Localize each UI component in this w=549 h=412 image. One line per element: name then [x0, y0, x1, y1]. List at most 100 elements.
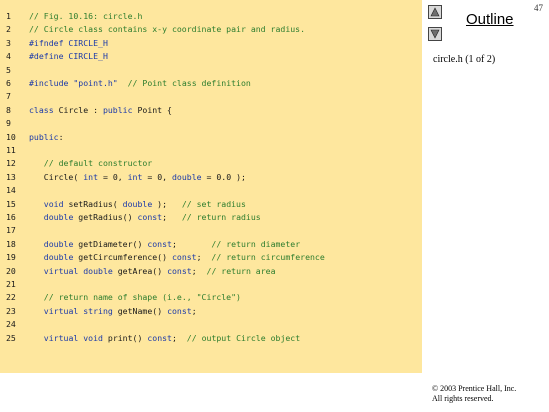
line-number: 25 — [6, 332, 16, 343]
code-token: : — [58, 131, 64, 142]
code-token: getDiameter() — [73, 238, 148, 249]
code-line: 20 virtual double getArea() const; // re… — [0, 265, 422, 278]
code-line: 13 Circle( int = 0, int = 0, double = 0.… — [0, 171, 422, 184]
code-token: Circle( — [29, 171, 84, 182]
code-text: #include "point.h" // Point class defini… — [29, 77, 251, 90]
code-text: virtual string getName() const; — [29, 305, 197, 318]
code-text: #define CIRCLE_H — [29, 50, 108, 63]
code-text: public: — [29, 131, 64, 144]
code-line: 10 public: — [0, 131, 422, 144]
code-token: ; — [191, 265, 207, 276]
code-token: // Point class definition — [127, 78, 251, 88]
code-text: Circle( int = 0, int = 0, double = 0.0 )… — [29, 171, 246, 184]
code-line: 15 void setRadius( double ); // set radi… — [0, 198, 422, 211]
code-line: 19 double getCircumference() const; // r… — [0, 251, 422, 264]
code-token: ); — [152, 198, 182, 209]
code-text: #ifndef CIRCLE_H — [29, 37, 108, 50]
code-token: getArea() — [112, 265, 168, 276]
code-line: 22 // return name of shape (i.e., "Circl… — [0, 291, 422, 304]
code-token: public — [29, 131, 59, 142]
code-token: getRadius() — [73, 212, 138, 222]
code-line: 7 — [0, 90, 422, 103]
outline-link[interactable]: Outline — [466, 11, 514, 28]
code-token: Point { — [132, 104, 172, 115]
code-line: 17 — [0, 224, 422, 237]
line-number: 8 — [6, 104, 11, 115]
line-number: 9 — [6, 118, 11, 129]
code-token: const — [147, 238, 172, 249]
code-token: const — [147, 332, 172, 343]
code-token: double — [171, 171, 202, 182]
copyright-line-2: All rights reserved. — [432, 394, 494, 403]
line-number: 23 — [6, 305, 16, 316]
line-number: 22 — [6, 292, 16, 303]
code-token: // output Circle object — [186, 332, 301, 343]
code-line: 5 — [0, 64, 422, 77]
code-text: void setRadius( double ); // set radius — [29, 198, 246, 211]
code-token: ; — [172, 332, 187, 343]
code-line: 21 — [0, 278, 422, 291]
copyright-line-1: © 2003 Prentice Hall, Inc. — [432, 384, 517, 393]
code-text: // Fig. 10.16: circle.h — [29, 10, 142, 23]
code-token: print() — [102, 332, 148, 343]
code-token: #ifndef CIRCLE_H — [29, 37, 108, 48]
line-number: 20 — [6, 265, 16, 276]
line-number: 17 — [6, 225, 16, 236]
code-text: // Circle class contains x-y coordinate … — [29, 23, 305, 36]
code-token: void — [83, 332, 103, 343]
code-token: int — [83, 171, 99, 182]
code-text: double getDiameter() const; // return di… — [29, 238, 300, 251]
code-line: 18 double getDiameter() const; // return… — [0, 238, 422, 251]
line-number: 14 — [6, 185, 16, 196]
line-number: 10 — [6, 131, 16, 142]
line-number: 7 — [6, 91, 11, 102]
code-token: string — [83, 305, 113, 316]
code-token: public — [102, 104, 133, 115]
slide-caption: circle.h (1 of 2) — [433, 54, 496, 65]
line-number: 2 — [6, 24, 11, 35]
code-token: // default constructor — [43, 158, 153, 169]
code-line: 11 — [0, 144, 422, 157]
code-text: virtual void print() const; // output Ci… — [29, 332, 300, 345]
code-token: getCircumference() — [73, 252, 172, 263]
code-token: #define CIRCLE_H — [29, 51, 108, 62]
previous-slide-button[interactable] — [428, 5, 442, 19]
line-number: 24 — [6, 319, 16, 330]
code-text: double getCircumference() const; // retu… — [29, 251, 325, 264]
line-number: 6 — [6, 78, 11, 88]
code-text: virtual double getArea() const; // retur… — [29, 265, 276, 278]
line-number: 13 — [6, 171, 16, 182]
code-token: int — [127, 171, 143, 182]
code-line: 3 #ifndef CIRCLE_H — [0, 37, 422, 50]
code-token: // Circle class contains x-y coordinate … — [29, 24, 306, 35]
code-line: 2 // Circle class contains x-y coordinate… — [0, 23, 422, 36]
code-token: // return diameter — [211, 238, 301, 249]
code-token: // return circumference — [211, 252, 325, 263]
code-token: "point.h" — [73, 78, 118, 88]
line-number: 5 — [6, 64, 11, 75]
code-token: virtual — [43, 265, 79, 276]
code-token: double — [122, 198, 153, 209]
next-slide-button[interactable] — [428, 27, 442, 41]
line-number: 1 — [6, 11, 11, 21]
code-token: = 0.0 ); — [201, 171, 246, 182]
code-text: // default constructor — [29, 157, 152, 170]
code-token: double — [43, 238, 74, 249]
code-token: = 0, — [142, 171, 172, 182]
code-token: ; — [171, 238, 212, 249]
page-number: 47 — [534, 3, 543, 13]
code-token: ; — [196, 252, 212, 263]
code-line: 9 — [0, 117, 422, 130]
line-number: 11 — [6, 145, 16, 155]
code-panel: 1 // Fig. 10.16: circle.h 2 // Circle class… — [0, 0, 422, 373]
line-number: 21 — [6, 279, 16, 289]
code-token: void — [43, 198, 64, 209]
code-token: = 0, — [98, 171, 128, 182]
code-token: // return radius — [181, 212, 261, 222]
